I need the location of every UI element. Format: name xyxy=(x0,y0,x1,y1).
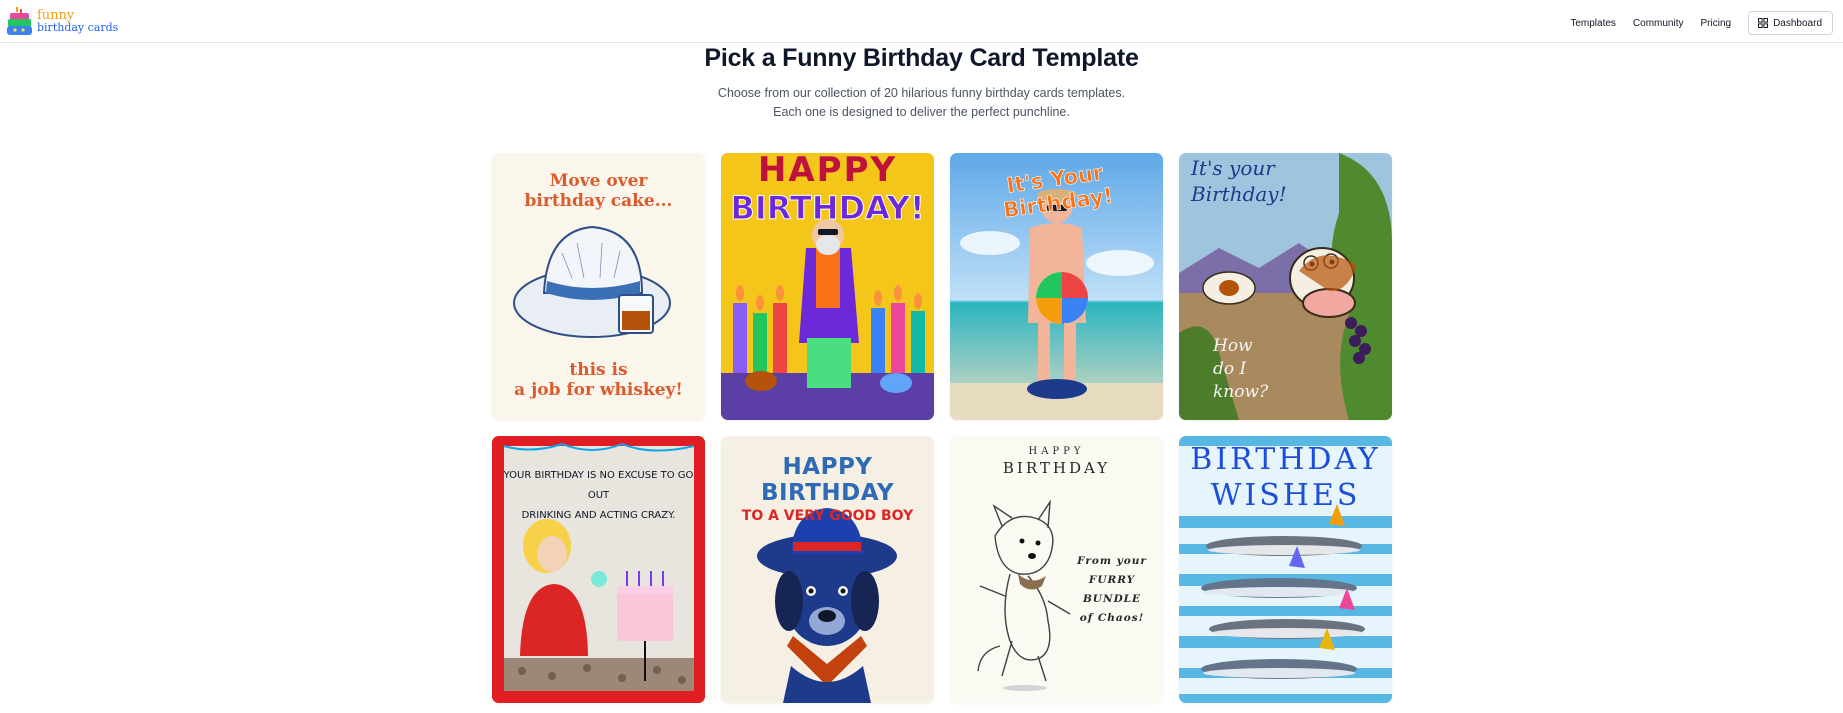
nav-templates[interactable]: Templates xyxy=(1570,18,1616,29)
site-logo[interactable]: funny birthday cards xyxy=(6,7,118,37)
cake-logo-icon xyxy=(6,7,33,37)
card6-headline: HAPPY BIRTHDAY TO A VERY GOOD BOY xyxy=(721,454,934,524)
template-card-crazy-lady[interactable]: YOUR BIRTHDAY IS NO EXCUSE TO GO OUT DRI… xyxy=(492,436,705,703)
template-card-good-boy[interactable]: HAPPY BIRTHDAY TO A VERY GOOD BOY xyxy=(721,436,934,703)
card7-message: From your FURRY BUNDLE of Chaos! xyxy=(1072,552,1152,628)
template-card-cows[interactable]: It's your Birthday! How do I know? xyxy=(1179,153,1392,420)
logo-text: funny birthday cards xyxy=(37,9,119,34)
card1-top-line1: Move over xyxy=(549,171,648,191)
card7-line2: BIRTHDAY xyxy=(1002,459,1111,477)
subtitle-line1: Choose from our collection of 20 hilario… xyxy=(717,86,1126,100)
card2-line2: BIRTHDAY! xyxy=(730,189,925,228)
card5-line1: YOUR BIRTHDAY IS NO EXCUSE TO GO OUT xyxy=(503,470,694,501)
card7-msg-line4: of Chaos! xyxy=(1079,612,1145,624)
template-card-whiskey[interactable]: Move over birthday cake... this is a job… xyxy=(492,153,705,420)
card4-line1: It's your xyxy=(1191,156,1275,180)
dashboard-label: Dashboard xyxy=(1773,17,1822,29)
logo-line2: birthday cards xyxy=(37,21,119,34)
card4-bottom-text: How do I know? xyxy=(1213,335,1268,404)
card8-headline: BIRTHDAY WISHES xyxy=(1179,442,1392,514)
page-subtitle: Choose from our collection of 20 hilario… xyxy=(0,84,1843,122)
card4-bottom-line3: know? xyxy=(1213,382,1269,402)
card1-bottom-line2: a job for whiskey! xyxy=(514,380,683,400)
template-card-furry-bundle[interactable]: HAPPY BIRTHDAY From your FURRY BUNDLE of… xyxy=(950,436,1163,703)
card5-line2: DRINKING AND ACTING CRAZY. xyxy=(521,510,676,521)
nav-community[interactable]: Community xyxy=(1633,18,1684,29)
card1-top-line2: birthday cake... xyxy=(524,191,673,211)
nav-pricing[interactable]: Pricing xyxy=(1701,18,1732,29)
template-card-beach-grandpa[interactable]: It's Your Birthday! xyxy=(950,153,1163,420)
card5-caption: YOUR BIRTHDAY IS NO EXCUSE TO GO OUT DRI… xyxy=(492,466,705,526)
page-title: Pick a Funny Birthday Card Template xyxy=(704,44,1139,72)
template-card-birthday-fish[interactable]: BIRTHDAY WISHES xyxy=(1179,436,1392,703)
card1-bottom-line1: this is xyxy=(569,360,628,380)
card4-top-text: It's your Birthday! xyxy=(1191,155,1287,207)
card4-line2: Birthday! xyxy=(1191,182,1287,206)
card4-bottom-line2: do I xyxy=(1213,359,1247,379)
card8-line1: BIRTHDAY xyxy=(1190,442,1381,477)
card6-line2: TO A VERY GOOD BOY xyxy=(741,508,914,524)
card2-line1: HAPPY xyxy=(757,153,898,190)
card7-msg-line2: FURRY xyxy=(1088,574,1136,586)
card8-line2: WISHES xyxy=(1210,478,1361,513)
card1-top-text: Move over birthday cake... xyxy=(492,171,705,211)
grid-icon xyxy=(1758,18,1769,28)
card7-msg-line3: BUNDLE xyxy=(1082,593,1142,605)
card7-msg-line1: From your xyxy=(1077,555,1147,567)
card7-line1: HAPPY xyxy=(1028,446,1085,457)
top-navbar: funny birthday cards Templates Community… xyxy=(0,0,1843,43)
dashboard-button[interactable]: Dashboard xyxy=(1748,11,1833,35)
card1-bottom-text: this is a job for whiskey! xyxy=(492,360,705,400)
card7-header: HAPPY BIRTHDAY xyxy=(950,446,1163,477)
card6-line1: HAPPY BIRTHDAY xyxy=(760,454,895,506)
card4-bottom-line1: How xyxy=(1213,336,1253,356)
subtitle-line2: Each one is designed to deliver the perf… xyxy=(773,105,1070,119)
template-grid: Move over birthday cake... this is a job… xyxy=(492,153,1393,703)
main-nav: Templates Community Pricing Dashboard xyxy=(1570,11,1833,35)
template-card-disco-grandpa[interactable]: HAPPY BIRTHDAY! xyxy=(721,153,934,420)
card2-headline: HAPPY BIRTHDAY! xyxy=(721,153,934,228)
